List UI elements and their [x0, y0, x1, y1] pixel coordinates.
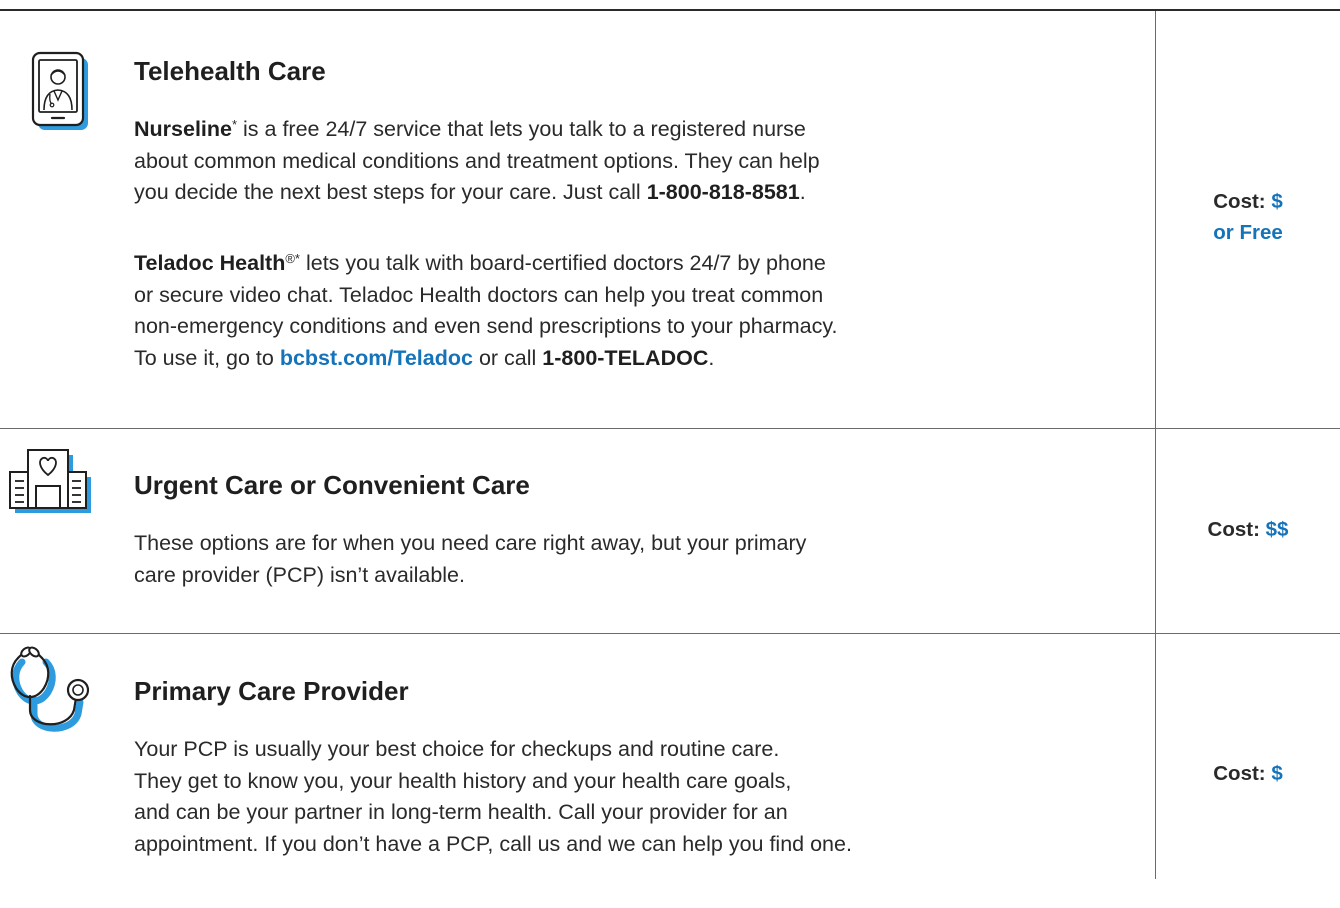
cost-indicator: Cost: $	[1156, 758, 1340, 789]
primary-care-description: Your PCP is usually your best choice for…	[134, 734, 852, 860]
text-line: lets you talk with board-certified docto…	[299, 251, 826, 275]
nurseline-description: Nurseline* is a free 24/7 service that l…	[134, 114, 820, 209]
section-title: Telehealth Care	[134, 56, 326, 86]
cost-value: $	[1271, 190, 1283, 213]
cost-label: Cost:	[1213, 762, 1266, 785]
urgent-care-description: These options are for when you need care…	[134, 528, 806, 591]
text-line: and can be your partner in long-term hea…	[134, 800, 788, 824]
teladoc-description: Teladoc Health®* lets you talk with boar…	[134, 248, 838, 374]
text-line: or call	[472, 345, 543, 370]
cost-label: Cost:	[1207, 518, 1260, 541]
text-line: about common medical conditions and trea…	[134, 148, 820, 173]
cost-indicator: Cost: $ or Free	[1156, 186, 1340, 248]
text-line: non-emergency conditions and even send p…	[134, 314, 838, 338]
stethoscope-icon	[10, 646, 90, 732]
text-line: you decide the next best steps for your …	[134, 180, 647, 204]
section-title: Primary Care Provider	[134, 676, 409, 706]
teladoc-name: Teladoc Health	[134, 251, 286, 275]
nurseline-phone: 1-800-818-8581	[646, 180, 800, 204]
text-line: .	[708, 345, 715, 370]
teladoc-phone: 1-800-TELADOC	[542, 345, 709, 370]
hospital-building-icon	[9, 449, 91, 513]
text-line: is a free 24/7 service that lets you tal…	[237, 117, 806, 141]
phone-doctor-icon	[31, 51, 88, 130]
row-divider	[0, 428, 1340, 429]
cost-value: $	[1271, 762, 1283, 785]
text-line: or secure video chat. Teladoc Health doc…	[134, 282, 824, 307]
cost-indicator: Cost: $$	[1156, 514, 1340, 545]
text-line: appointment. If you don’t have a PCP, ca…	[134, 831, 852, 856]
section-title: Urgent Care or Convenient Care	[134, 470, 530, 500]
text-line: Your PCP is usually your best choice for…	[134, 737, 780, 761]
top-rule	[0, 9, 1340, 11]
cost-column-divider	[1155, 11, 1156, 879]
teladoc-link[interactable]: bcbst.com/Teladoc	[280, 346, 473, 370]
text-line: They get to know you, your health histor…	[134, 768, 792, 793]
cost-value: $$	[1265, 518, 1289, 541]
text-line: These options are for when you need care…	[134, 531, 807, 555]
row-divider	[0, 633, 1340, 634]
cost-label: Cost:	[1213, 190, 1266, 213]
nurseline-name: Nurseline	[134, 117, 232, 141]
cost-value: or Free	[1213, 221, 1283, 244]
text-line: care provider (PCP) isn’t available.	[134, 562, 465, 587]
text-line: To use it, go to	[134, 345, 280, 370]
text-line: .	[799, 180, 806, 204]
footnote-mark: ®*	[285, 251, 300, 266]
